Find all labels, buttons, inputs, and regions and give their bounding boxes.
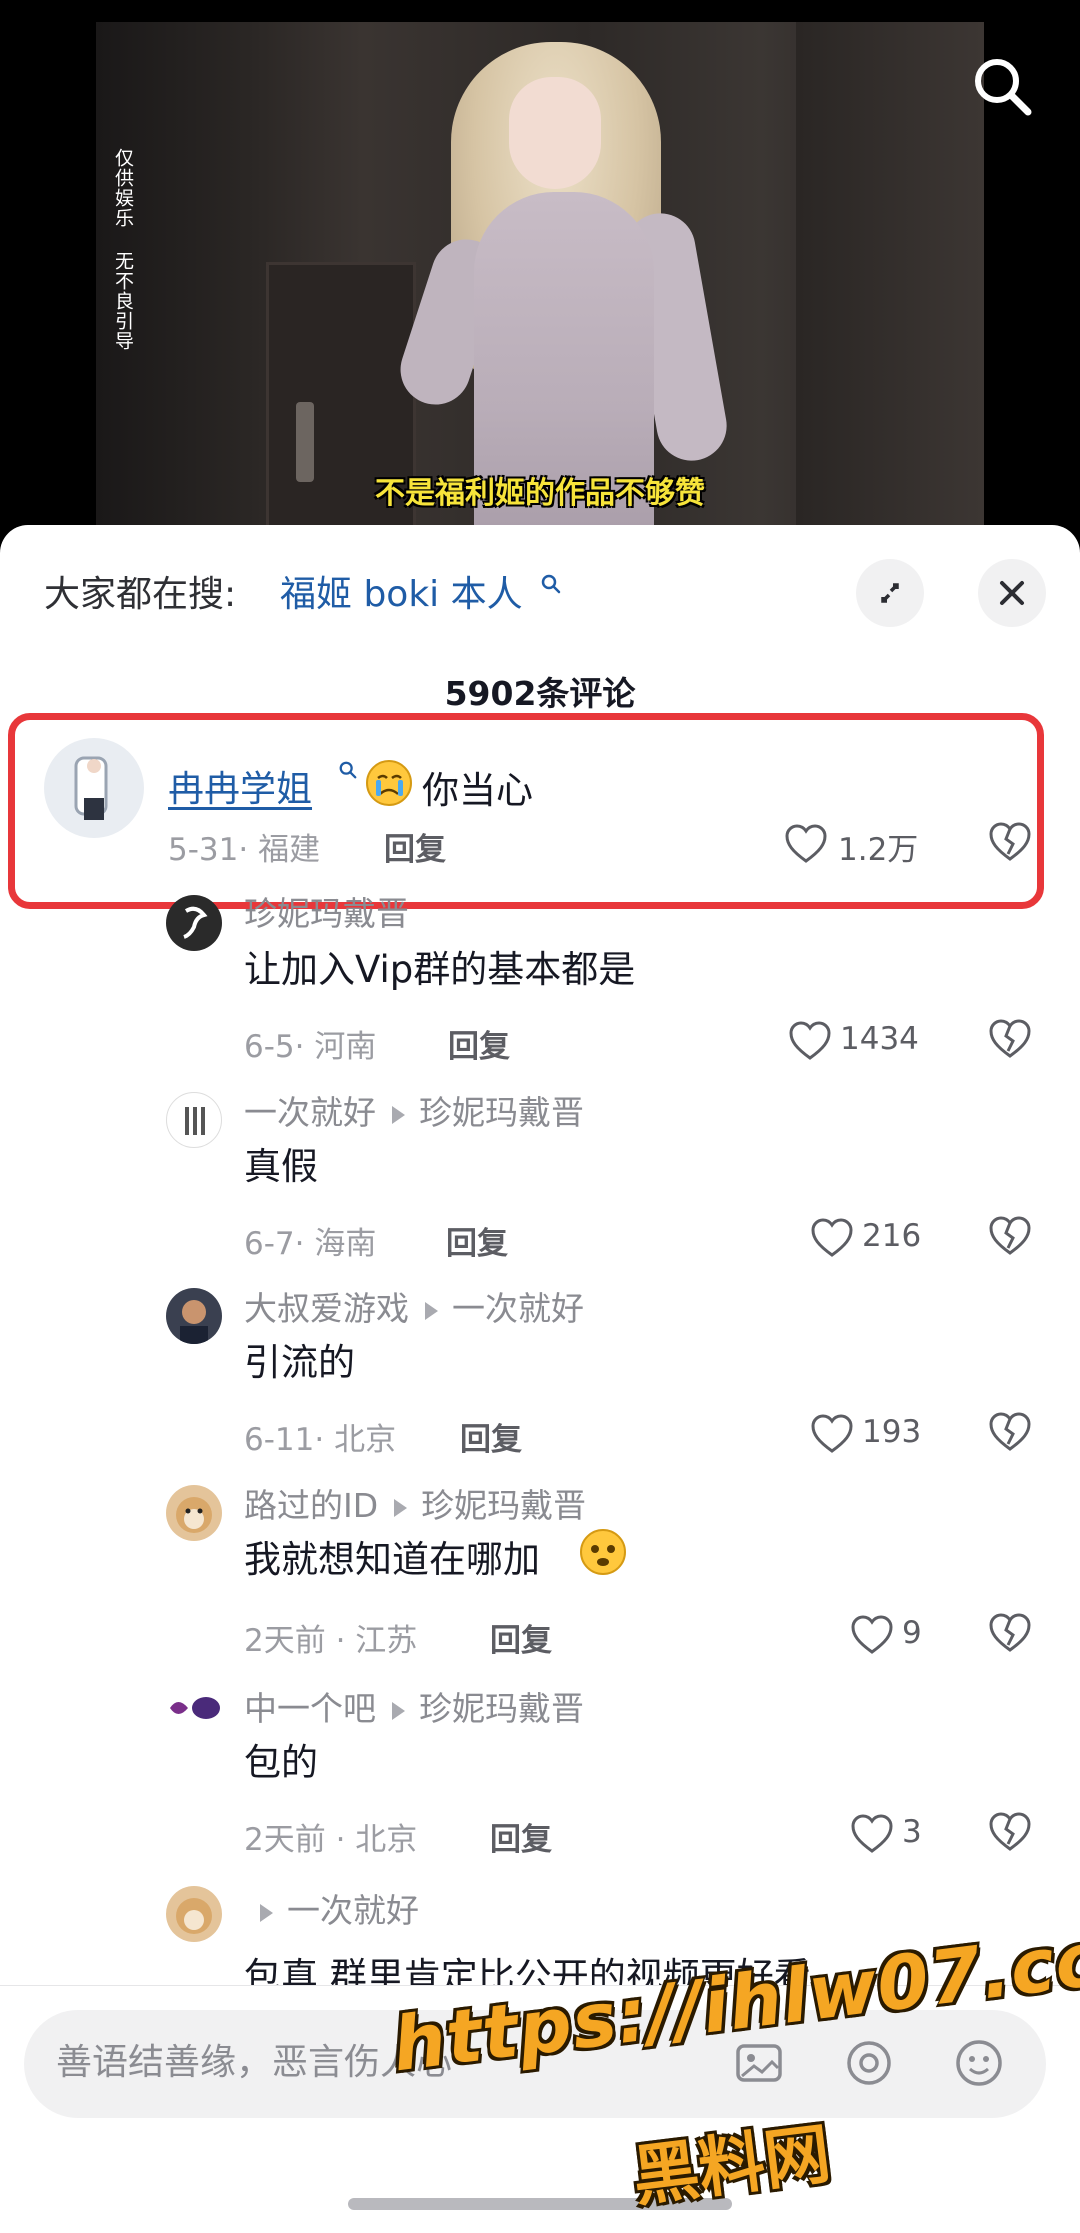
comment-meta: 6-11· 北京 <box>244 1422 397 1458</box>
broken-heart-icon <box>989 1216 1031 1255</box>
like-button[interactable]: 216 <box>810 1216 940 1260</box>
avatar[interactable] <box>166 1886 222 1942</box>
dislike-button[interactable] <box>988 1412 1032 1456</box>
dislike-button[interactable] <box>988 1216 1032 1260</box>
comment-text: 引流的 <box>244 1341 355 1384</box>
comment-author[interactable]: 路过的ID 珍妮玛戴晋 <box>244 1479 586 1527</box>
trending-search-link[interactable]: 福姬 boki 本人 <box>280 565 523 617</box>
close-icon[interactable] <box>978 559 1046 627</box>
like-count: 216 <box>862 1218 922 1254</box>
comment-author[interactable]: 珍妮玛戴晋 <box>244 887 409 935</box>
broken-heart-icon <box>989 1613 1031 1652</box>
reply-button[interactable]: 回复 <box>490 1814 552 1859</box>
comment-meta: 2天前 · 江苏 <box>244 1623 418 1659</box>
comment-author[interactable]: 一次就好 珍妮玛戴晋 <box>244 1086 584 1134</box>
reply-button[interactable]: 回复 <box>460 1414 522 1459</box>
search-icon[interactable] <box>968 52 1038 122</box>
dislike-button[interactable] <box>988 1812 1032 1856</box>
avatar[interactable] <box>166 1692 222 1724</box>
worried-emoji-icon <box>578 1527 628 1581</box>
comment-text: 让加入Vip群的基本都是 <box>244 948 636 991</box>
reply-button[interactable]: 回复 <box>446 1218 508 1263</box>
avatar[interactable] <box>166 895 222 951</box>
comment-count: 5902条评论 <box>444 674 636 713</box>
comment-author[interactable]: 中一个吧 珍妮玛戴晋 <box>244 1682 584 1730</box>
like-button[interactable]: 3 <box>850 1812 950 1856</box>
highlight-annotation-box <box>8 713 1044 909</box>
heart-icon <box>851 1615 893 1654</box>
broken-heart-icon <box>989 1019 1031 1058</box>
like-count: 3 <box>902 1814 922 1850</box>
dislike-button[interactable] <box>988 1613 1032 1657</box>
comment-text: 我就想知道在哪加 <box>244 1538 540 1581</box>
like-count: 9 <box>902 1615 922 1651</box>
avatar[interactable] <box>166 1092 222 1148</box>
reply-button[interactable]: 回复 <box>490 1615 552 1660</box>
like-button[interactable]: 193 <box>810 1412 940 1456</box>
mention-icon[interactable] <box>840 2034 898 2092</box>
reply-button[interactable]: 回复 <box>448 1021 510 1066</box>
heart-icon <box>789 1021 831 1060</box>
like-button[interactable]: 1434 <box>788 1019 938 1063</box>
heart-icon <box>811 1414 853 1453</box>
comment-meta: 6-7· 海南 <box>244 1226 377 1262</box>
video-frame <box>96 22 984 540</box>
comment-meta: 6-5· 河南 <box>244 1029 377 1065</box>
comment-author[interactable]: 一次就好 <box>244 1886 419 1932</box>
video-side-caption: 仅供娱乐 无不良引导 <box>112 148 134 351</box>
heart-icon <box>811 1218 853 1257</box>
like-button[interactable]: 9 <box>850 1613 950 1657</box>
dislike-button[interactable] <box>988 1019 1032 1063</box>
video-player[interactable]: 仅供娱乐 无不良引导 不是福利姬的作品不够赞 <box>0 0 1080 540</box>
video-background-panel <box>796 22 984 540</box>
video-person-face <box>509 77 601 189</box>
comment-meta: 2天前 · 北京 <box>244 1822 418 1858</box>
comment-text: 真假 <box>244 1145 318 1188</box>
like-count: 193 <box>862 1414 922 1450</box>
comment-sheet-header: 大家都在搜: 福姬 boki 本人 <box>0 525 1080 655</box>
broken-heart-icon <box>989 1812 1031 1851</box>
like-count: 1434 <box>840 1021 919 1057</box>
comment-author[interactable]: 大叔爱游戏 一次就好 <box>244 1282 584 1330</box>
emoji-icon[interactable] <box>950 2034 1008 2092</box>
video-subtitle: 不是福利姬的作品不够赞 <box>375 476 705 511</box>
expand-icon[interactable] <box>856 559 924 627</box>
broken-heart-icon <box>989 1412 1031 1451</box>
trending-search-label: 大家都在搜: <box>44 574 237 615</box>
comment-text: 包的 <box>244 1741 318 1784</box>
avatar[interactable] <box>166 1288 222 1344</box>
heart-icon <box>851 1814 893 1853</box>
avatar[interactable] <box>166 1485 222 1541</box>
search-small-icon <box>540 573 562 595</box>
